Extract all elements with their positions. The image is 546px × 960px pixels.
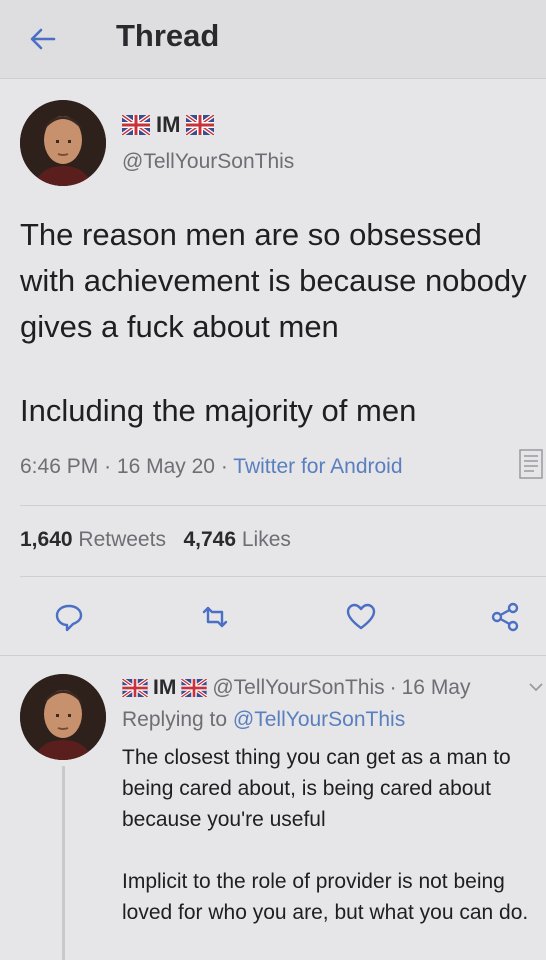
page-title: Thread [116,18,220,53]
uk-flag-icon [122,115,150,135]
uk-flag-icon [122,679,148,697]
likes-count[interactable]: 4,746 [183,528,236,551]
tweet-text: The reason men are so obsessed with achi… [20,217,527,344]
divider [20,576,546,577]
thread-screen: Thread IM @TellYourSonThis The reason me… [0,0,546,960]
avatar[interactable] [20,674,106,760]
tweet-source[interactable]: Twitter for Android [233,455,402,478]
likes-label[interactable]: Likes [242,528,291,551]
chevron-down-icon[interactable] [528,680,544,694]
replying-prefix: Replying to [122,708,228,731]
like-icon[interactable] [344,600,378,634]
tweet-meta: 6:46 PM · 16 May 20 · Twitter for Androi… [20,455,403,479]
separator: · [220,455,228,478]
replying-handle[interactable]: @TellYourSonThis [233,708,405,731]
author-name-row[interactable]: IM [122,112,215,138]
display-name: IM [156,112,181,137]
tweet-time: 6:46 PM [20,455,99,478]
separator: · [389,676,397,699]
reply-text-continued: Implicit to the role of provider is not … [122,870,529,924]
reply-icon[interactable] [52,600,86,634]
reply-header[interactable]: IM @TellYourSonThis · 16 May [122,676,471,700]
reply-text: The closest thing you can get as a man t… [122,746,511,831]
retweets-count[interactable]: 1,640 [20,528,73,551]
author-handle[interactable]: @TellYourSonThis [122,150,294,174]
replying-to: Replying to @TellYourSonThis [122,708,405,732]
uk-flag-icon [186,115,215,135]
tweet-date: 16 May 20 [116,455,215,478]
avatar[interactable] [20,100,106,186]
top-bar: Thread [0,0,546,79]
separator: · [104,455,112,478]
divider [0,655,546,656]
share-icon[interactable] [488,600,522,634]
thread-line [62,766,65,960]
retweets-label[interactable]: Retweets [78,528,166,551]
uk-flag-icon [181,679,208,697]
analytics-icon[interactable] [518,446,546,482]
reply-date: 16 May [401,676,471,699]
reply-display-name: IM [153,676,177,699]
engagement-stats: 1,640 Retweets 4,746 Likes [20,528,291,552]
tweet-text-continued: Including the majority of men [20,393,417,428]
arrow-left-icon[interactable] [26,22,60,56]
reply-handle: @TellYourSonThis [212,676,385,699]
divider [20,505,546,506]
retweet-icon[interactable] [198,600,232,634]
